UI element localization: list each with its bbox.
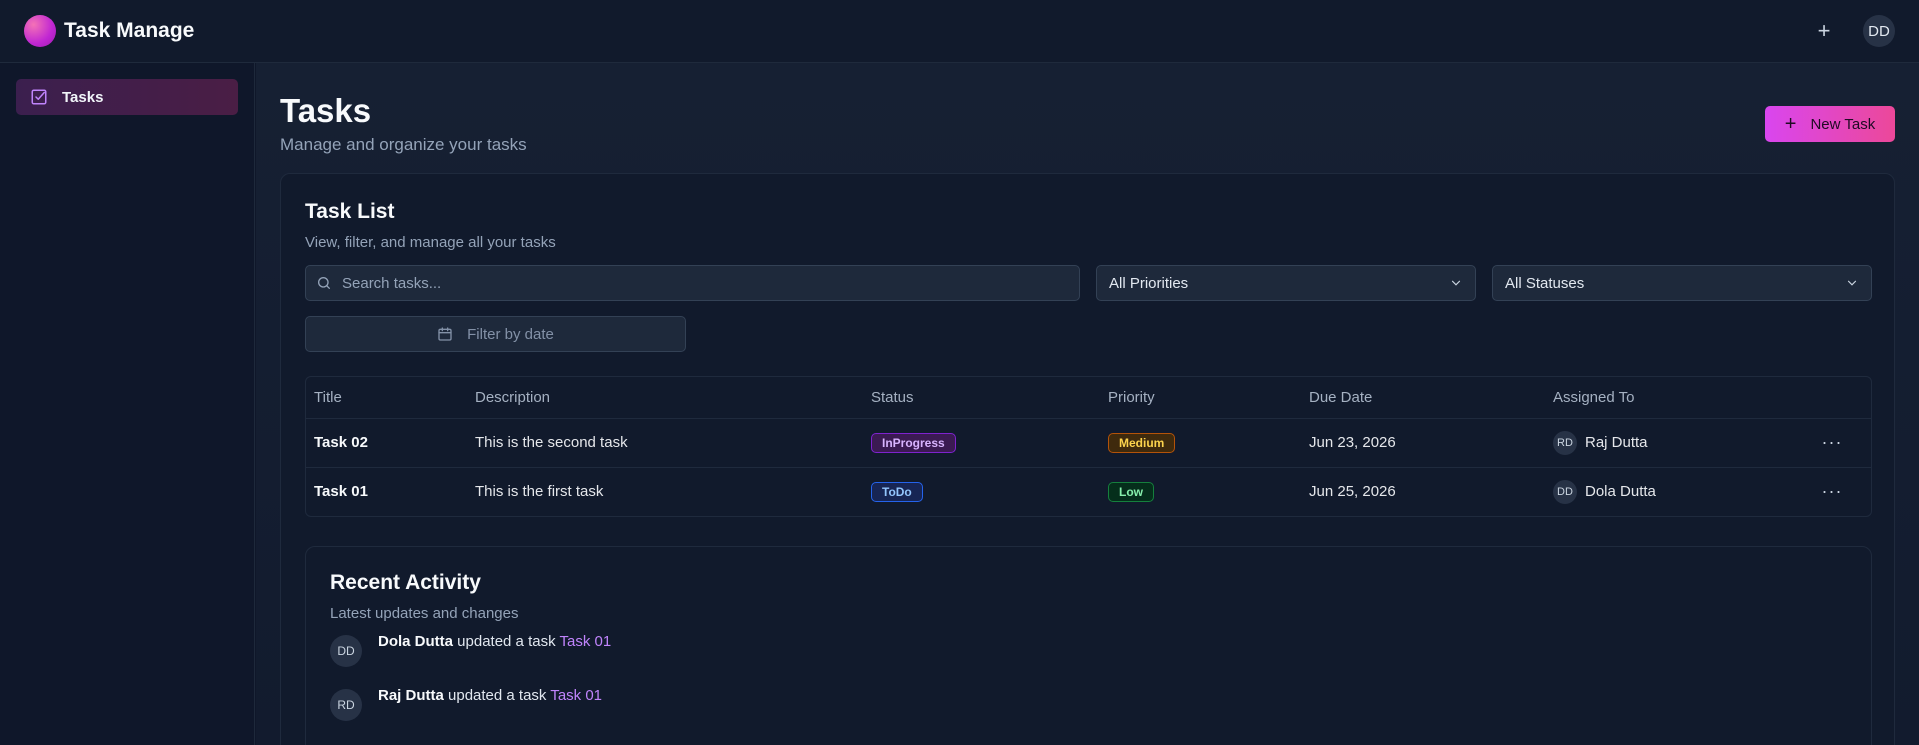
activity-item: DD Dola Dutta updated a task Task 01: [330, 633, 1847, 667]
checkbox-icon: [31, 89, 47, 105]
sidebar-item-label: Tasks: [62, 88, 104, 106]
more-options-icon[interactable]: ···: [1785, 418, 1871, 468]
main-content: Tasks Manage and organize your tasks + N…: [256, 63, 1919, 745]
priority-select-value: All Priorities: [1109, 274, 1189, 292]
priority-select[interactable]: All Priorities: [1096, 265, 1476, 301]
recent-activity-subtitle: Latest updates and changes: [330, 605, 519, 622]
assignee-name: Raj Dutta: [1585, 434, 1648, 451]
priority-badge: Low: [1108, 481, 1154, 502]
status-select-value: All Statuses: [1505, 274, 1585, 292]
new-task-label: New Task: [1810, 115, 1876, 133]
due-date: Jun 23, 2026: [1301, 418, 1545, 468]
activity-user: Raj Dutta: [378, 687, 444, 704]
task-list-subtitle: View, filter, and manage all your tasks: [305, 234, 556, 251]
table-header-row: Title Description Status Priority Due Da…: [306, 377, 1871, 419]
plus-icon: +: [1784, 113, 1797, 135]
activity-text: Raj Dutta updated a task Task 01: [378, 687, 602, 704]
search-input[interactable]: Search tasks...: [305, 265, 1080, 301]
calendar-icon: [438, 327, 452, 341]
add-icon-button[interactable]: +: [1809, 16, 1839, 46]
new-task-button[interactable]: + New Task: [1765, 106, 1895, 142]
date-filter-button[interactable]: Filter by date: [305, 316, 686, 352]
app-title: Task Manage: [64, 19, 195, 42]
activity-task-link[interactable]: Task 01: [559, 633, 611, 650]
task-table: Title Description Status Priority Due Da…: [305, 376, 1872, 517]
priority-badge: Medium: [1108, 432, 1176, 453]
chevron-down-icon: [1847, 280, 1857, 286]
user-avatar[interactable]: DD: [1863, 15, 1895, 47]
activity-action: updated a task: [443, 687, 551, 704]
column-header[interactable]: Due Date: [1301, 377, 1545, 419]
more-options-icon[interactable]: ···: [1785, 467, 1871, 516]
avatar: DD: [1553, 479, 1577, 504]
sidebar: Tasks: [0, 63, 255, 745]
assignee: DD Dola Dutta: [1553, 479, 1785, 504]
activity-text: Dola Dutta updated a task Task 01: [378, 633, 611, 650]
sidebar-item-tasks[interactable]: Tasks: [16, 79, 238, 115]
due-date: Jun 25, 2026: [1309, 483, 1396, 501]
chevron-down-icon: [1451, 280, 1461, 286]
column-header[interactable]: Title: [306, 377, 467, 419]
avatar: RD: [330, 689, 362, 721]
activity-action: updated a task: [453, 633, 560, 650]
activity-user: Dola Dutta: [378, 633, 453, 650]
avatar: DD: [330, 635, 362, 667]
column-header[interactable]: Assigned To: [1545, 377, 1785, 419]
task-description: This is the second task: [467, 418, 863, 468]
status-badge: ToDo: [871, 481, 923, 502]
table-row[interactable]: Task 01 This is the first task ToDo Low …: [306, 467, 1871, 516]
task-list-title: Task List: [305, 200, 395, 223]
status-badge: InProgress: [871, 432, 956, 453]
recent-activity-title: Recent Activity: [330, 571, 481, 594]
search-icon: [318, 277, 330, 289]
task-title[interactable]: Task 02: [306, 418, 467, 468]
app-logo: [24, 15, 56, 47]
column-header[interactable]: Description: [467, 377, 863, 419]
assignee: RD Raj Dutta: [1553, 430, 1785, 455]
top-bar: Task Manage + DD: [0, 0, 1919, 63]
avatar: RD: [1553, 430, 1577, 455]
column-header[interactable]: Status: [863, 377, 1100, 419]
table-row[interactable]: Task 02 This is the second task InProgre…: [306, 418, 1871, 468]
page-subtitle: Manage and organize your tasks: [280, 135, 527, 155]
status-select[interactable]: All Statuses: [1492, 265, 1872, 301]
task-list-card: Task List View, filter, and manage all y…: [280, 173, 1895, 745]
activity-task-link[interactable]: Task 01: [550, 687, 602, 704]
date-filter-label: Filter by date: [467, 325, 554, 343]
column-header[interactable]: Priority: [1100, 377, 1301, 419]
recent-activity-card: Recent Activity Latest updates and chang…: [305, 546, 1872, 745]
task-title[interactable]: Task 01: [306, 467, 467, 516]
page-header: Tasks Manage and organize your tasks + N…: [280, 92, 1895, 185]
search-placeholder: Search tasks...: [342, 274, 442, 292]
activity-item: RD Raj Dutta updated a task Task 01: [330, 687, 1847, 721]
column-header-actions: [1785, 377, 1871, 419]
page-title: Tasks: [280, 92, 372, 129]
assignee-name: Dola Dutta: [1585, 483, 1656, 501]
task-description: This is the first task: [475, 483, 604, 501]
